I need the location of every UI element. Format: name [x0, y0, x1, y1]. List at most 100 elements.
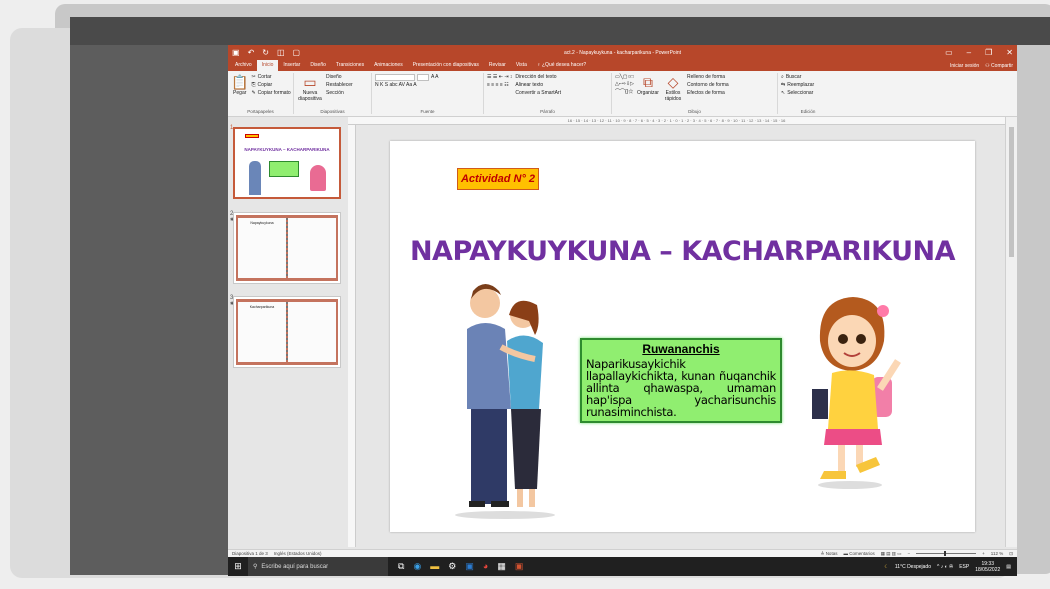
arrange-icon: ⧉ [643, 74, 653, 90]
thumbnail-2[interactable]: Napaykuykuna [233, 212, 341, 284]
zoom-level[interactable]: 112 % [991, 551, 1003, 556]
tab-inicio[interactable]: Inicio [256, 60, 279, 71]
tab-presentacion[interactable]: Presentación con diapositivas [408, 60, 484, 71]
clock[interactable]: 19:33 18/05/2022 [975, 561, 1000, 573]
group-slides: ▭ Nueva diapositiva Diseño Restablecer S… [294, 73, 372, 114]
explorer-icon[interactable]: ▬ [430, 561, 439, 572]
powerpoint-taskbar-icon[interactable]: ▣ [515, 561, 524, 572]
app-icon[interactable]: ⚙ [448, 561, 456, 572]
thumbnail-3[interactable]: Kacharparikuna [233, 296, 341, 368]
shape-effects-button[interactable]: Efectos de forma [687, 90, 729, 97]
minimize-icon[interactable]: – [967, 48, 971, 57]
slideshow-icon[interactable]: ◫ [277, 48, 285, 57]
ribbon-options-icon[interactable]: ▭ [945, 48, 953, 57]
zoom-out-icon[interactable]: − [908, 551, 911, 556]
font-format-buttons[interactable]: N K S abc AV Aa A [375, 82, 480, 89]
reset-button[interactable]: Restablecer [326, 82, 353, 89]
redo-icon[interactable]: ↻ [262, 48, 269, 57]
tab-archivo[interactable]: Archivo [230, 60, 257, 71]
select-button[interactable]: ↖ Seleccionar [781, 90, 814, 97]
taskbar-apps: ⧉ ◉ ▬ ⚙ ▣ ◕ ▦ ▣ [398, 561, 523, 572]
vertical-scrollbar[interactable] [1005, 117, 1017, 547]
font-name-input[interactable] [375, 74, 415, 81]
section-button[interactable]: Sección [326, 90, 353, 97]
tab-vista[interactable]: Vista [511, 60, 532, 71]
tab-insertar[interactable]: Insertar [278, 60, 305, 71]
cut-button[interactable]: ✂ Cortar [251, 74, 290, 81]
horizontal-ruler[interactable]: 16 · 15 · 14 · 13 · 12 · 11 · 10 · 9 · 8… [348, 117, 1005, 125]
quick-access-toolbar: ▣ ↶ ↻ ◫ ▢ [232, 48, 300, 57]
find-button[interactable]: ⌕ Buscar [781, 74, 814, 81]
calculator-icon[interactable]: ▦ [497, 561, 506, 572]
maximize-icon[interactable]: ❐ [985, 48, 992, 57]
paste-button[interactable]: 📋 Pegar [231, 74, 248, 113]
shape-outline-button[interactable]: Contorno de forma [687, 82, 729, 89]
shapes-gallery[interactable]: ▭╲▢○□ △⌐⇨⇩▷ ⌒⌒{}☆ [615, 74, 634, 113]
font-size-input[interactable] [417, 74, 429, 81]
brush-icon: ✎ [251, 90, 256, 96]
weather-text[interactable]: 11°C Despejado [895, 564, 931, 570]
view-buttons[interactable]: ▦ ▤ ▥ ▭ [881, 551, 902, 557]
grow-font-icon[interactable]: A A [431, 74, 439, 81]
smartart-button[interactable]: Convertir a SmartArt [515, 90, 561, 97]
ribbon: 📋 Pegar ✂ Cortar ⎘ Copiar ✎ Copiar formato … [228, 71, 1017, 117]
tab-animaciones[interactable]: Animaciones [369, 60, 408, 71]
bullets-icon[interactable]: ☰ ☰ ⇤ ⇥ ↕ [487, 74, 512, 81]
save-icon[interactable]: ▣ [232, 48, 240, 57]
layout-button[interactable]: Diseño [326, 74, 353, 81]
zoom-in-icon[interactable]: + [982, 551, 985, 556]
quick-styles-button[interactable]: ◇ Estilos rápidos [662, 74, 684, 113]
group-font: A A N K S abc AV Aa A Fuente [372, 73, 484, 114]
thumbnail-pane[interactable]: 1 NAPAYKUYKUNA – KACHARPARIKUNA 2✱ Napay… [228, 117, 348, 547]
dark-header-strip [70, 17, 1050, 45]
vertical-ruler[interactable] [348, 125, 356, 547]
close-icon[interactable]: ✕ [1006, 48, 1013, 57]
replace-button[interactable]: ⇆ Reemplazar [781, 82, 814, 89]
comments-button[interactable]: ▬ Comentarios [843, 551, 874, 556]
couple-illustration[interactable] [445, 269, 565, 519]
new-icon[interactable]: ▢ [293, 48, 301, 57]
thumb-3-title: Kacharparikuna [249, 305, 275, 309]
task-view-icon[interactable]: ⧉ [398, 561, 404, 572]
girl-illustration[interactable] [798, 289, 908, 489]
windows-start-icon[interactable]: ⊞ [228, 561, 248, 572]
new-slide-button[interactable]: ▭ Nueva diapositiva [297, 74, 323, 113]
copy-button[interactable]: ⎘ Copiar [251, 82, 290, 89]
notes-button[interactable]: ≙ Notas [821, 551, 838, 557]
chrome-icon[interactable]: ◕ [483, 561, 488, 572]
slide-title[interactable]: NAPAYKUYKUNA – KACHARPARIKUNA [390, 236, 975, 267]
undo-icon[interactable]: ↶ [248, 48, 255, 57]
tab-diseno[interactable]: Diseño [305, 60, 331, 71]
word-icon[interactable]: ▣ [465, 561, 474, 572]
shape-fill-button[interactable]: Relleno de forma [687, 74, 729, 81]
thumbnail-1[interactable]: NAPAYKUYKUNA – KACHARPARIKUNA [233, 127, 341, 199]
edge-icon[interactable]: ◉ [413, 561, 421, 572]
left-dark-pane [70, 45, 228, 575]
activity-badge[interactable]: Actividad N° 2 [457, 168, 539, 190]
thumb-badge [245, 134, 259, 138]
tray-icons[interactable]: ^ ♪ ◐ ✇ [937, 564, 953, 570]
menu-tabs: Archivo Inicio Insertar Diseño Transicio… [228, 60, 1017, 71]
share-button[interactable]: ⚇ Compartir [985, 63, 1013, 69]
status-bar: Diapositiva 1 de 3 Inglés (Estados Unido… [228, 549, 1017, 557]
scrollbar-thumb[interactable] [1009, 127, 1014, 257]
text-direction-button[interactable]: Dirección del texto [515, 74, 561, 81]
zoom-slider[interactable] [916, 551, 977, 556]
language-indicator-tray[interactable]: ESP [959, 564, 969, 570]
tab-transiciones[interactable]: Transiciones [331, 60, 369, 71]
signin-link[interactable]: Iniciar sesión [950, 63, 979, 69]
align-icons[interactable]: ≡ ≡ ≡ ≡ ☷ [487, 82, 512, 89]
fit-window-icon[interactable]: ⊡ [1009, 551, 1013, 557]
tell-me-search[interactable]: ♀ ¿Qué desea hacer? [532, 60, 591, 71]
status-right: ≙ Notas ▬ Comentarios ▦ ▤ ▥ ▭ − + 112 % … [821, 551, 1013, 557]
arrange-button[interactable]: ⧉ Organizar [637, 74, 659, 113]
window-title: act.2 - Napaykuykuna - kacharparikuna - … [563, 49, 681, 56]
slide-canvas[interactable]: Actividad N° 2 NAPAYKUYKUNA – KACHARPARI… [390, 141, 975, 532]
notifications-icon[interactable]: ▤ [1006, 564, 1011, 570]
align-text-button[interactable]: Alinear texto [515, 82, 561, 89]
tab-revisar[interactable]: Revisar [484, 60, 511, 71]
format-painter-button[interactable]: ✎ Copiar formato [251, 90, 290, 97]
taskbar-search[interactable]: ⚲ Escribe aquí para buscar [248, 557, 388, 576]
language-indicator[interactable]: Inglés (Estados Unidos) [274, 551, 322, 556]
ruwananchis-box[interactable]: Ruwananchis Naparikusaykichik llapallayk… [580, 338, 782, 423]
